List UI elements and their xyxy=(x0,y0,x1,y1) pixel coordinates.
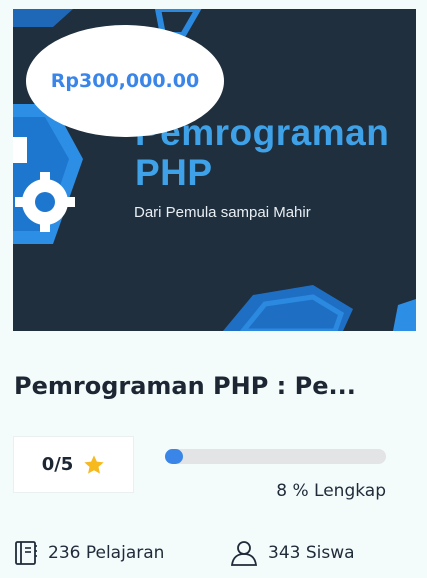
book-icon xyxy=(15,541,37,565)
star-icon xyxy=(84,454,104,474)
course-title[interactable]: Pemrograman PHP : Pe... xyxy=(14,372,414,400)
lessons-count: 236 Pelajaran xyxy=(48,543,165,563)
rating-value: 0/5 xyxy=(41,454,74,475)
progress-fill xyxy=(165,449,183,464)
thumbnail-title-line2: PHP xyxy=(135,152,213,193)
price-text: Rp300,000.00 xyxy=(50,70,200,92)
students-stat: 343 Siswa xyxy=(230,540,355,566)
progress-label: 8 % Lengkap xyxy=(276,481,386,501)
course-card[interactable]: Pemrograman PHP Dari Pemula sampai Mahir… xyxy=(0,0,427,578)
students-count: 343 Siswa xyxy=(268,543,355,563)
user-icon xyxy=(230,541,258,566)
lessons-stat: 236 Pelajaran xyxy=(14,540,164,566)
progress-bar xyxy=(165,449,386,464)
thumbnail-subtitle: Dari Pemula sampai Mahir xyxy=(134,204,311,221)
rating-box: 0/5 xyxy=(13,436,134,493)
price-badge: Rp300,000.00 xyxy=(26,25,224,137)
